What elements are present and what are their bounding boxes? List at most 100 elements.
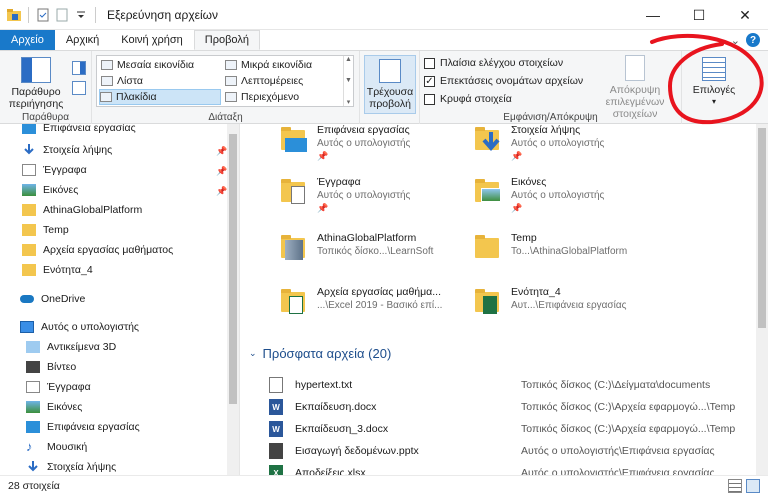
- tile-desktop[interactable]: Επιφάνεια εργασίας Αυτός ο υπολογιστής 📌: [279, 124, 410, 162]
- hidden-items-option[interactable]: Κρυφά στοιχεία: [424, 93, 512, 105]
- file-extensions-option[interactable]: ✓ Επεκτάσεις ονομάτων αρχείων: [424, 75, 583, 87]
- maximize-button[interactable]: ☐: [676, 0, 722, 30]
- window-title: Εξερεύνηση αρχείων: [107, 7, 218, 22]
- expand-icon[interactable]: ▾: [347, 98, 351, 106]
- picture-overlay: [481, 188, 501, 202]
- layout-small-icons[interactable]: Μικρά εικονίδια: [225, 57, 343, 73]
- nav-scroll-thumb[interactable]: [229, 134, 237, 404]
- pin-icon[interactable]: 📌: [511, 203, 604, 214]
- pin-icon[interactable]: 📌: [317, 151, 410, 162]
- ribbon-tabs: Αρχείο Αρχική Κοινή χρήση Προβολή ⌄ ?: [0, 30, 768, 50]
- medium-icons-icon: [101, 60, 113, 70]
- recent-file-row[interactable]: W Εκπαίδευση.docx Τοπικός δίσκος (C:)\Αρ…: [269, 398, 749, 416]
- recent-file-row[interactable]: X Αποδείξεις.xlsx Αυτός ο υπολογιστής\Επ…: [269, 464, 749, 475]
- item-checkboxes-option[interactable]: Πλαίσια ελέγχου στοιχείων: [424, 57, 563, 69]
- new-folder-icon[interactable]: [54, 7, 70, 23]
- checkbox[interactable]: [424, 93, 435, 105]
- layout-tiles[interactable]: Πλακίδια: [99, 89, 221, 105]
- recent-file-row[interactable]: Εισαγωγή δεδομένων.pptx Αυτός ο υπολογισ…: [269, 442, 749, 460]
- scroll-up-icon[interactable]: ▲: [345, 56, 352, 63]
- nav-item-this-pc[interactable]: Αυτός ο υπολογιστής: [20, 317, 139, 337]
- options-icon: [702, 57, 726, 81]
- tile-course-files[interactable]: Αρχεία εργασίας μαθήμα... ...\Excel 2019 …: [279, 286, 442, 316]
- details-icon: [225, 76, 237, 86]
- recent-file-row[interactable]: W Εκπαίδευση_3.docx Τοπικός δίσκος (C:)\…: [269, 420, 749, 438]
- content-scroll-thumb[interactable]: [758, 128, 766, 328]
- pin-icon[interactable]: 📌: [216, 166, 227, 177]
- nav-item-desktop[interactable]: Επιφάνεια εργασίας: [22, 124, 136, 138]
- tile-temp[interactable]: Temp Το...\AthinaGlobalPlatform: [473, 232, 627, 262]
- current-view-button[interactable]: Τρέχουσα προβολή: [364, 55, 416, 114]
- item-count: 28 στοιχεία: [8, 480, 60, 492]
- nav-scrollbar[interactable]: [227, 124, 239, 475]
- content-icon: [225, 92, 237, 102]
- tile-unit4[interactable]: Ενότητα_4 Αυτ...\Επιφάνεια εργασίας: [473, 286, 626, 316]
- details-pane-icon[interactable]: [72, 81, 86, 95]
- minimize-button[interactable]: —: [630, 0, 676, 30]
- nav-item-documents-2[interactable]: Έγγραφα: [26, 377, 91, 397]
- scroll-down-icon[interactable]: ▼: [345, 77, 352, 84]
- nav-item-desktop-2[interactable]: Επιφάνεια εργασίας: [26, 417, 140, 437]
- layout-gallery-scroll[interactable]: ▲ ▼ ▾: [343, 56, 353, 106]
- details-view-icon[interactable]: [728, 479, 742, 493]
- tile-downloads[interactable]: Στοιχεία λήψης Αυτός ο υπολογιστής 📌: [473, 124, 604, 162]
- dropdown-icon[interactable]: [73, 7, 89, 23]
- nav-item-course-files[interactable]: Αρχεία εργασίας μαθήματος: [22, 240, 173, 260]
- pin-icon[interactable]: 📌: [317, 203, 410, 214]
- pin-icon[interactable]: 📌: [216, 146, 227, 157]
- chevron-down-icon[interactable]: ⌄: [731, 34, 740, 47]
- nav-item-unit4[interactable]: Ενότητα_4: [22, 260, 93, 280]
- checkbox[interactable]: [424, 57, 435, 69]
- current-view-group: Τρέχουσα προβολή: [360, 51, 420, 124]
- layout-medium-icons[interactable]: Μεσαία εικονίδια: [101, 57, 223, 73]
- content-scrollbar[interactable]: [756, 124, 768, 475]
- tile-pictures[interactable]: Εικόνες Αυτός ο υπολογιστής 📌: [473, 176, 604, 214]
- nav-item-3d-objects[interactable]: Αντικείμενα 3D: [26, 337, 116, 357]
- navigation-pane-button[interactable]: Παράθυρο περιήγησης: [6, 57, 66, 110]
- nav-item-videos[interactable]: Βίντεο: [26, 357, 76, 377]
- pictures-folder-icon: [473, 176, 503, 206]
- tab-home[interactable]: Αρχική: [55, 30, 110, 50]
- recent-file-row[interactable]: hypertext.txt Τοπικός δίσκος (C:)\Δείγμα…: [269, 376, 749, 394]
- checkbox-checked[interactable]: ✓: [424, 75, 435, 87]
- folder-icon[interactable]: [6, 7, 22, 23]
- nav-item-pictures-2[interactable]: Εικόνες: [26, 397, 82, 417]
- desktop-overlay: [285, 138, 307, 152]
- tile-athina[interactable]: AthinaGlobalPlatform Τοπικός δίσκο...\Lea…: [279, 232, 433, 262]
- chevron-down-icon[interactable]: ⌄: [249, 348, 257, 359]
- tile-name: Temp: [511, 232, 537, 244]
- nav-item-music[interactable]: ♪ Μουσική: [26, 437, 87, 457]
- properties-icon[interactable]: [35, 7, 51, 23]
- nav-item-downloads[interactable]: Στοιχεία λήψης: [22, 140, 112, 160]
- nav-item-pictures[interactable]: Εικόνες: [22, 180, 78, 200]
- nav-item-onedrive[interactable]: OneDrive: [20, 289, 85, 309]
- nav-item-documents[interactable]: Έγγραφα: [22, 160, 87, 180]
- layout-list[interactable]: Λίστα: [101, 73, 223, 89]
- hide-selected-button[interactable]: Απόκρυψη επιλεγμένων στοιχείων: [590, 55, 680, 120]
- title-bar: Εξερεύνηση αρχείων — ☐ ✕: [0, 0, 768, 30]
- tab-view[interactable]: Προβολή: [193, 30, 260, 50]
- help-icon[interactable]: ?: [746, 33, 760, 47]
- nav-item-temp[interactable]: Temp: [22, 220, 69, 240]
- pin-icon[interactable]: 📌: [216, 186, 227, 197]
- layout-content[interactable]: Περιεχόμενο: [225, 89, 343, 105]
- quick-access-toolbar: [0, 0, 99, 30]
- options-button[interactable]: Επιλογές ▾: [690, 57, 738, 108]
- nav-item-downloads-2[interactable]: Στοιχεία λήψης: [26, 457, 116, 475]
- tab-file[interactable]: Αρχείο: [0, 30, 55, 50]
- checkbox-label: Επεκτάσεις ονομάτων αρχείων: [440, 75, 584, 87]
- pin-icon[interactable]: 📌: [511, 151, 604, 162]
- tile-subtitle: Αυτός ο υπολογιστής: [511, 138, 605, 149]
- layout-item-label: Μικρά εικονίδια: [241, 59, 313, 71]
- preview-pane-icon[interactable]: [72, 61, 86, 75]
- close-button[interactable]: ✕: [722, 0, 768, 30]
- nav-item-athina[interactable]: AthinaGlobalPlatform: [22, 200, 142, 220]
- video-icon: [26, 361, 40, 373]
- layout-details[interactable]: Λεπτομέρειες: [225, 73, 343, 89]
- recent-files-header[interactable]: ⌄ Πρόσφατα αρχεία (20): [249, 346, 391, 361]
- list-icon: [101, 76, 113, 86]
- tab-share[interactable]: Κοινή χρήση: [110, 30, 194, 50]
- large-icons-view-icon[interactable]: [746, 479, 760, 493]
- panes-group-label: Παράθυρα: [22, 112, 69, 123]
- tile-documents[interactable]: Έγγραφα Αυτός ο υπολογιστής 📌: [279, 176, 410, 214]
